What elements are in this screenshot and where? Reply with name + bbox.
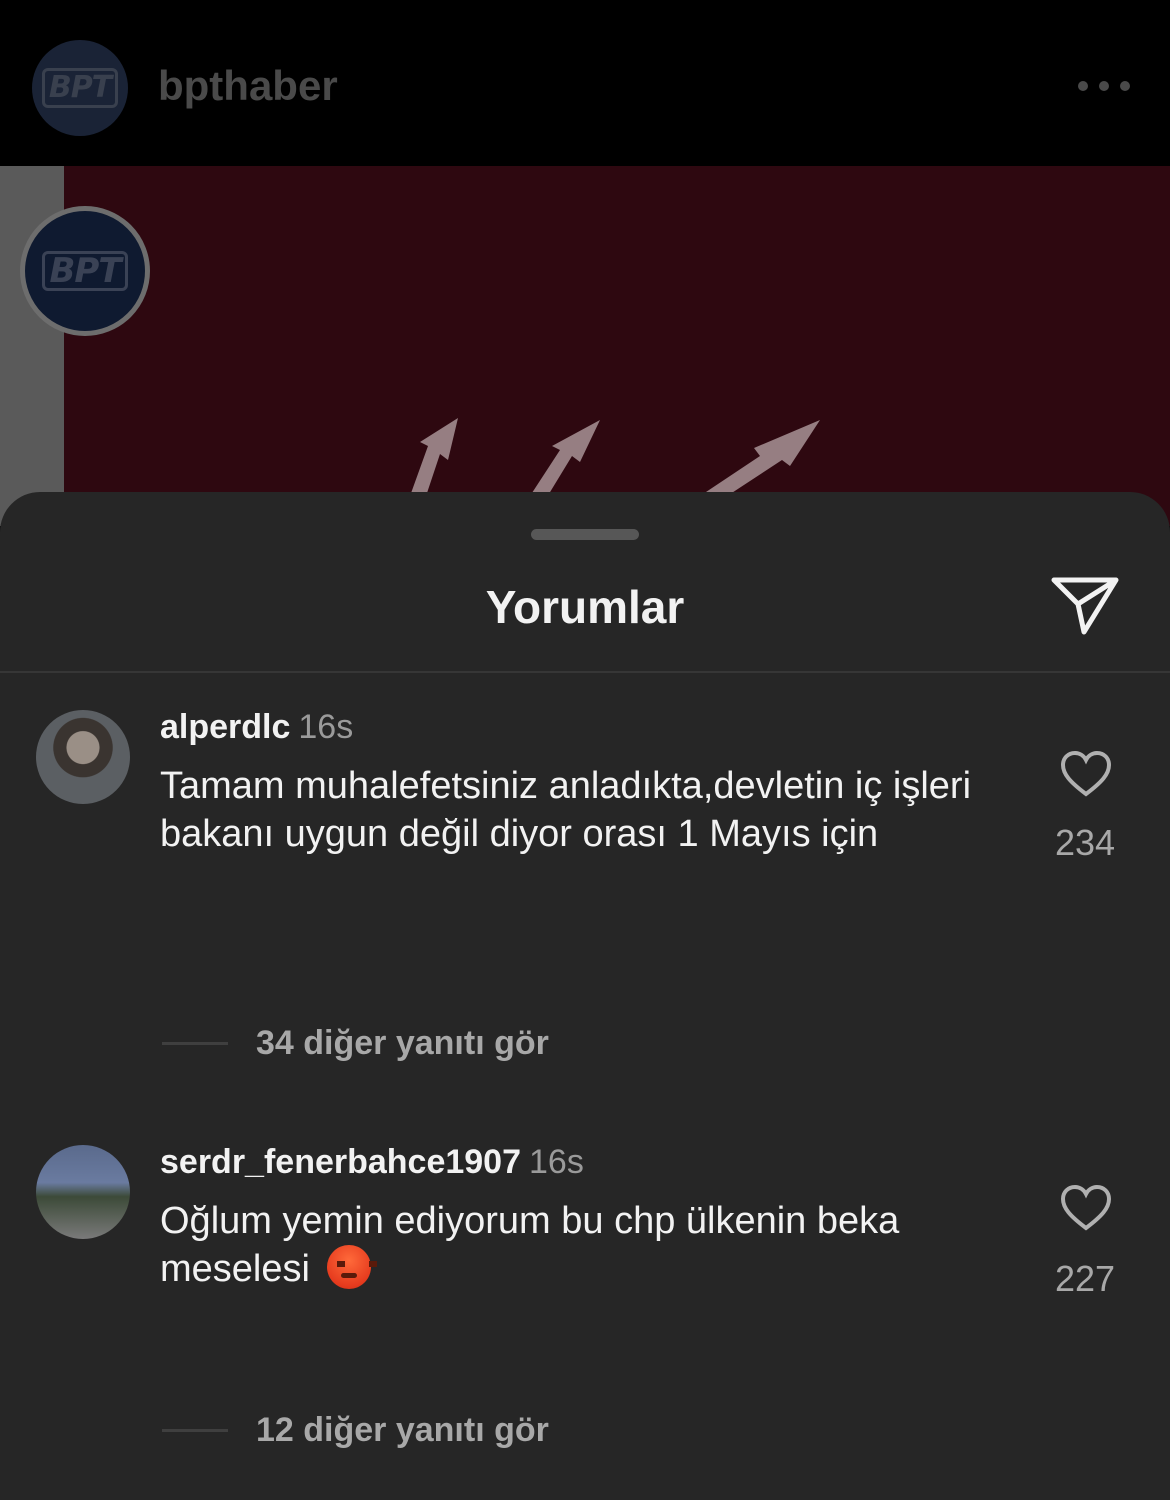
replies-divider xyxy=(162,1042,228,1045)
comment-text: Tamam muhalefetsiniz anladıkta,devletin … xyxy=(160,765,972,855)
more-options-icon[interactable] xyxy=(1078,76,1130,96)
header-divider xyxy=(0,671,1170,673)
comment-username-line: alperdlc 16s xyxy=(160,708,353,747)
like-count: 227 xyxy=(1054,1258,1116,1299)
post-image[interactable]: BPT xyxy=(0,166,1170,526)
bpt-logo: BPT xyxy=(41,68,119,108)
commenter-avatar[interactable] xyxy=(36,1145,130,1239)
replies-divider xyxy=(162,1429,228,1432)
paper-plane-icon[interactable] xyxy=(1050,574,1120,636)
view-replies-link[interactable]: 34 diğer yanıtı gör xyxy=(256,1024,549,1063)
sheet-title: Yorumlar xyxy=(485,581,685,633)
comment-username[interactable]: serdr_fenerbahce1907 xyxy=(160,1143,521,1181)
comment-username[interactable]: alperdlc xyxy=(160,708,290,746)
heart-icon[interactable] xyxy=(1060,1184,1112,1232)
drag-handle[interactable] xyxy=(531,529,639,540)
dot xyxy=(1120,81,1130,91)
comment-text: Oğlum yemin ediyorum bu chp ülkenin beka… xyxy=(160,1197,1030,1293)
angry-face-emoji xyxy=(326,1245,377,1289)
header-username[interactable]: bpthaber xyxy=(158,62,338,110)
bpt-logo: BPT xyxy=(42,251,128,291)
comment-text-content: Oğlum yemin ediyorum bu chp ülkenin beka… xyxy=(160,1200,900,1290)
profile-avatar[interactable]: BPT xyxy=(32,40,128,136)
comment-time: 16s xyxy=(298,708,354,746)
dot xyxy=(1099,81,1109,91)
like-count: 234 xyxy=(1054,822,1116,863)
commenter-avatar[interactable] xyxy=(36,710,130,804)
comments-sheet: Yorumlar alperdlc 16s Tamam muhalefetsini… xyxy=(0,492,1170,1500)
view-replies-link[interactable]: 12 diğer yanıtı gör xyxy=(256,1411,549,1450)
post-logo-badge: BPT xyxy=(20,206,150,336)
comment-username-line: serdr_fenerbahce1907 16s xyxy=(160,1143,584,1182)
comment-time: 16s xyxy=(529,1143,584,1181)
party-arrows-graphic xyxy=(410,418,820,502)
heart-icon[interactable] xyxy=(1060,750,1112,798)
dot xyxy=(1078,81,1088,91)
post-header: BPT bpthaber xyxy=(0,0,1170,166)
